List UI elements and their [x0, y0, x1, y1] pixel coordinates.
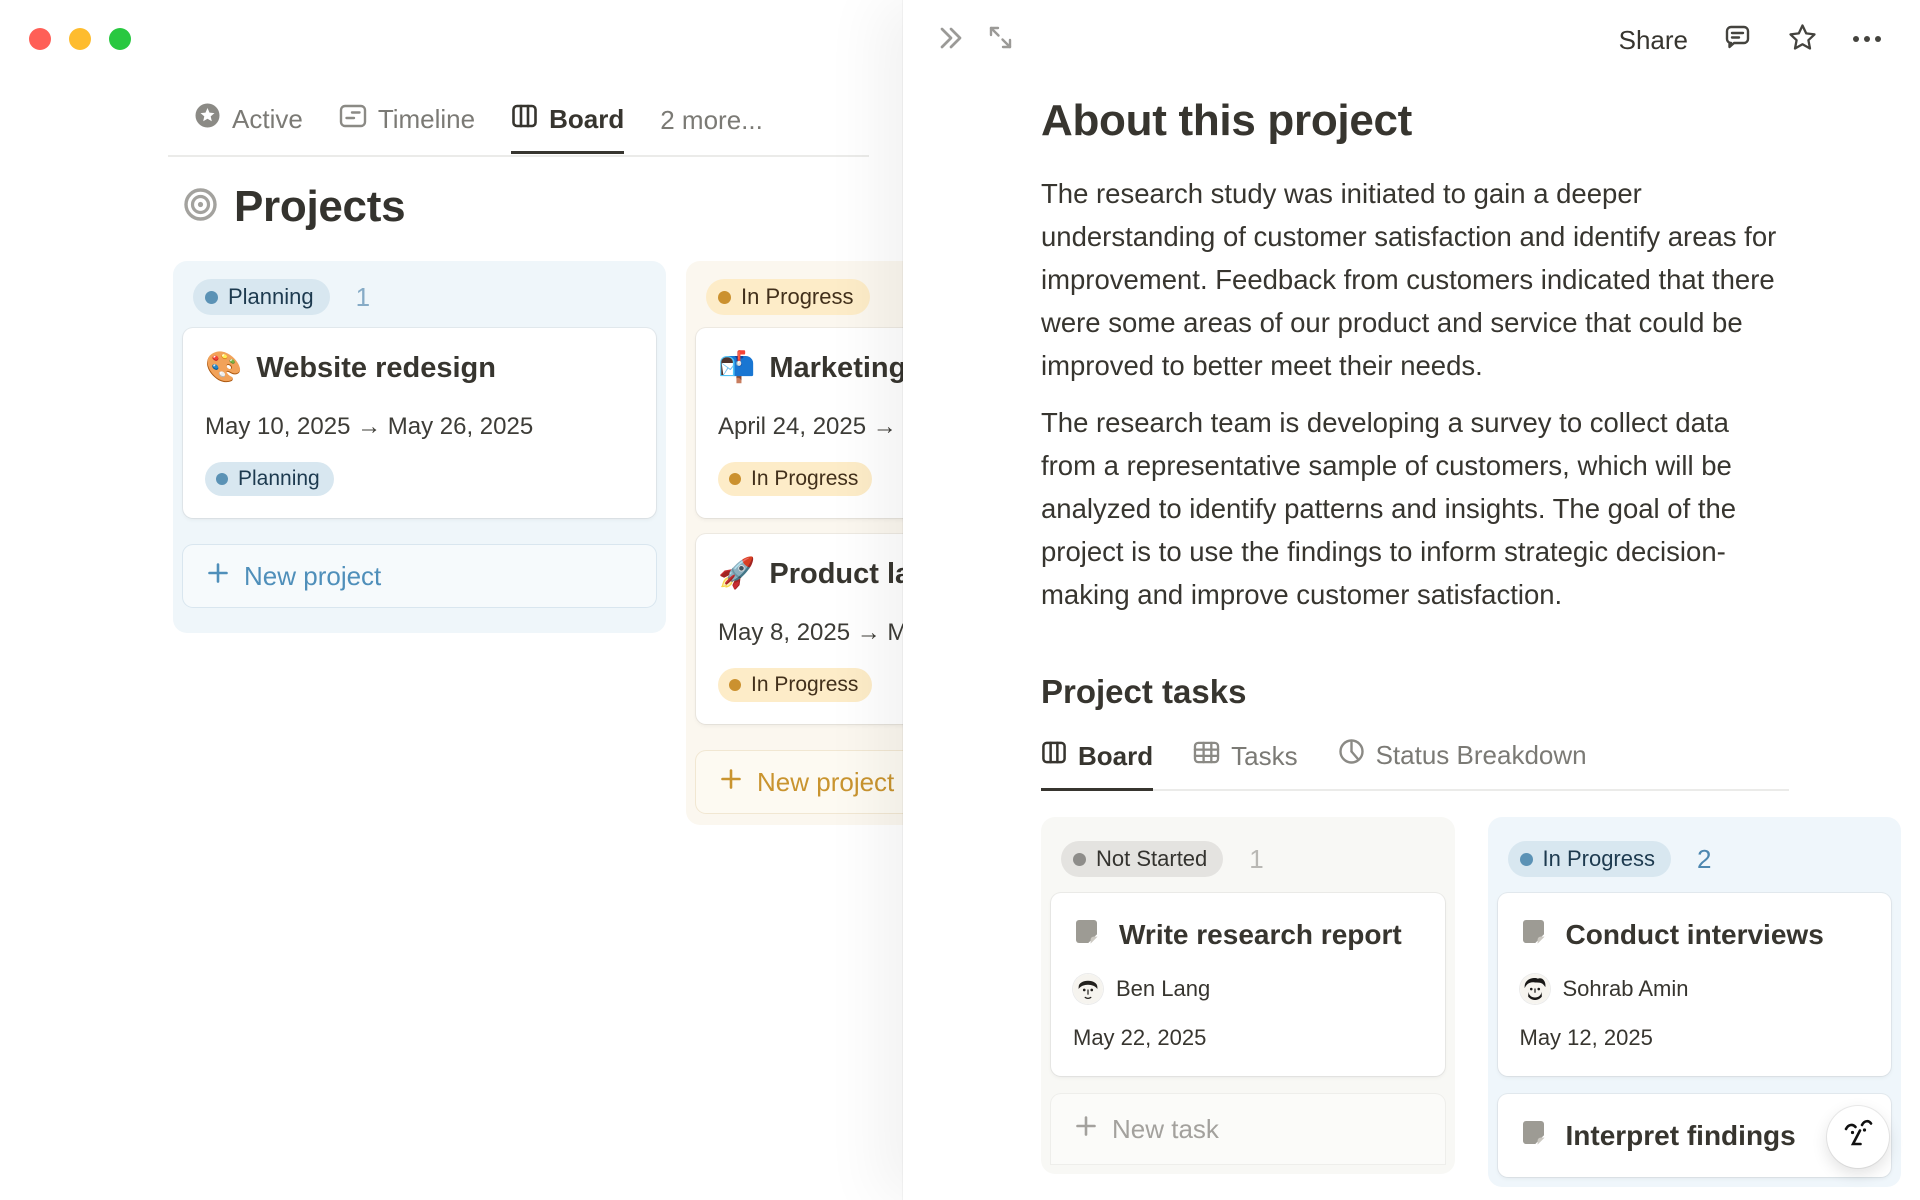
- status-chip-in-progress[interactable]: In Progress: [1507, 841, 1671, 877]
- plus-icon: [1073, 1113, 1099, 1146]
- favorite-button[interactable]: [1787, 22, 1818, 58]
- tab-timeline-view[interactable]: Timeline: [339, 103, 475, 154]
- tab-tasks-view[interactable]: Tasks: [1193, 740, 1298, 791]
- project-card-website-redesign[interactable]: 🎨 Website redesign May 10, 2025 → May 26…: [183, 328, 656, 518]
- table-icon: [1193, 740, 1220, 772]
- task-view-tabs: Board Tasks Status Breakdown: [1041, 738, 1789, 791]
- avatar-sohrab-amin: [1519, 974, 1550, 1004]
- tab-label: Timeline: [377, 104, 476, 134]
- status-dot: [729, 473, 741, 485]
- status-chip-planning[interactable]: Planning: [193, 279, 330, 315]
- target-icon: [182, 186, 219, 228]
- column-count: 2: [1697, 843, 1712, 874]
- about-heading: About this project: [1041, 96, 1413, 145]
- column-planning: Planning 1 🎨 Website redesign May 10, 20…: [173, 261, 666, 633]
- assignee-name: Ben Lang: [1116, 976, 1211, 1001]
- expand-diagonal-icon: [987, 24, 1014, 56]
- peek-toolbar: Share: [903, 0, 1920, 80]
- card-title: Conduct interviews: [1565, 918, 1824, 950]
- card-status-tag: In Progress: [718, 668, 873, 702]
- card-status-tag: In Progress: [718, 462, 873, 496]
- double-chevron-right-icon: [937, 25, 965, 56]
- tab-status-breakdown-view[interactable]: Status Breakdown: [1338, 738, 1587, 791]
- avatar-ben-lang: [1073, 974, 1103, 1004]
- tasks-board: Not Started 1 Write research report Ben …: [1041, 817, 1901, 1187]
- board-icon: [511, 103, 538, 136]
- page-icon: [1520, 1118, 1550, 1153]
- status-dot: [1073, 852, 1086, 866]
- ellipsis-icon: [1852, 31, 1882, 49]
- tabs-divider: [168, 155, 869, 157]
- palette-emoji-icon: 🎨: [205, 351, 243, 384]
- card-date-range: May 10, 2025 → May 26, 2025: [205, 413, 534, 440]
- rocket-emoji-icon: 🚀: [718, 557, 756, 590]
- due-date: May 22, 2025: [1073, 1025, 1207, 1050]
- status-dot: [718, 290, 731, 304]
- new-project-button[interactable]: New project: [183, 545, 656, 607]
- board-icon: [1041, 740, 1067, 772]
- column-not-started: Not Started 1 Write research report Ben …: [1041, 817, 1455, 1174]
- window-controls: [29, 28, 131, 50]
- zoom-window-button[interactable]: [109, 28, 131, 50]
- status-chip-in-progress[interactable]: In Progress: [706, 279, 870, 315]
- project-tasks-heading: Project tasks: [1041, 673, 1247, 710]
- star-circle-icon: [194, 102, 221, 136]
- tab-board-view[interactable]: Board: [511, 103, 625, 154]
- close-window-button[interactable]: [29, 28, 51, 50]
- comments-button[interactable]: [1722, 22, 1753, 58]
- status-clock-icon: [1338, 738, 1365, 772]
- minimize-window-button[interactable]: [69, 28, 91, 50]
- comment-icon: [1722, 22, 1753, 58]
- status-chip-not-started[interactable]: Not Started: [1061, 841, 1224, 877]
- column-count: 1: [355, 281, 371, 312]
- database-title-row: Projects: [182, 182, 406, 232]
- open-full-page-button[interactable]: [987, 24, 1014, 56]
- task-card-write-research-report[interactable]: Write research report Ben Lang May 22, 2…: [1051, 893, 1445, 1076]
- status-dot: [729, 679, 741, 691]
- tab-label: Board: [549, 104, 625, 134]
- mailbox-emoji-icon: 📬: [718, 351, 756, 384]
- timeline-icon: [339, 103, 367, 136]
- due-date: May 12, 2025: [1519, 1025, 1653, 1050]
- card-title: Website redesign: [256, 352, 496, 384]
- star-icon: [1787, 22, 1818, 58]
- new-task-button[interactable]: New task: [1051, 1094, 1445, 1164]
- notion-ai-face-icon: [1840, 1117, 1876, 1158]
- about-paragraph-1: The research study was initiated to gain…: [1041, 178, 1777, 381]
- assignee-name: Sohrab Amin: [1562, 976, 1689, 1001]
- status-dot: [216, 473, 228, 485]
- card-title: Interpret findings: [1565, 1119, 1796, 1151]
- task-card-conduct-interviews[interactable]: Conduct interviews Sohrab Amin May 12, 2…: [1497, 893, 1891, 1076]
- about-paragraph-2: The research team is developing a survey…: [1041, 407, 1737, 610]
- plus-icon: [205, 560, 231, 593]
- share-button[interactable]: Share: [1619, 25, 1688, 56]
- close-peek-button[interactable]: [937, 25, 965, 56]
- status-dot: [1519, 852, 1533, 866]
- notion-ai-button[interactable]: [1827, 1106, 1889, 1168]
- tab-more-views[interactable]: 2 more...: [660, 105, 763, 154]
- plus-icon: [718, 766, 744, 799]
- tab-board-view[interactable]: Board: [1041, 740, 1154, 791]
- card-status-tag: Planning: [205, 462, 334, 496]
- status-dot: [205, 290, 218, 304]
- card-title: Write research report: [1119, 918, 1402, 950]
- more-options-button[interactable]: [1852, 31, 1882, 49]
- tab-label: Active: [232, 103, 303, 134]
- page-peek-panel: Share About this project The research st…: [903, 0, 1920, 1200]
- database-view-tabs: Active Timeline Board 2 more...: [194, 102, 763, 154]
- page-icon: [1073, 917, 1103, 952]
- notion-window: Active Timeline Board 2 more... Projects…: [0, 0, 1920, 1200]
- peek-content: About this project The research study wa…: [1041, 80, 1901, 1187]
- tab-active-view[interactable]: Active: [194, 102, 303, 154]
- tab-label: 2 more...: [660, 105, 763, 135]
- page-icon: [1520, 917, 1550, 952]
- column-count: 1: [1249, 843, 1264, 874]
- column-header: Planning 1: [183, 271, 656, 325]
- column-header: In Progress 2: [1498, 827, 1892, 887]
- page-title: Projects: [234, 182, 406, 231]
- column-header: Not Started 1: [1051, 827, 1445, 887]
